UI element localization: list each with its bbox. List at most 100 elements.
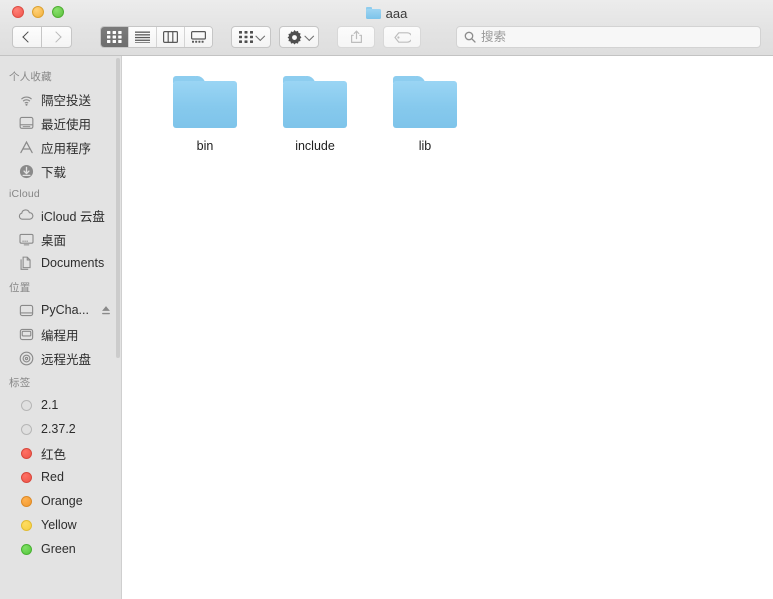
sidebar-item-label: Documents xyxy=(41,256,105,270)
file-label: bin xyxy=(196,139,214,153)
tag-button[interactable] xyxy=(383,26,421,48)
sidebar-item-airdrop[interactable]: 隔空投送 xyxy=(0,87,121,111)
sidebar-item-label: PyCha... xyxy=(41,303,89,317)
recents-icon xyxy=(18,115,34,131)
sidebar-tag-2-1[interactable]: 2.1 xyxy=(0,393,121,417)
sidebar-item-downloads[interactable]: 下载 xyxy=(0,159,121,183)
sidebar-tag-2-37-2[interactable]: 2.37.2 xyxy=(0,417,121,441)
file-item-include[interactable]: include xyxy=(260,74,370,154)
share-icon xyxy=(350,30,362,43)
sidebar-item-label: 远程光盘 xyxy=(41,352,92,367)
sidebar-section-favorites-header: 个人收藏 xyxy=(9,71,52,83)
arrange-icon xyxy=(239,31,253,43)
chevron-down-icon xyxy=(255,30,265,41)
sidebar-item-recents[interactable]: 最近使用 xyxy=(0,111,121,135)
desktop-icon xyxy=(18,231,34,247)
sidebar-item-applications[interactable]: 应用程序 xyxy=(0,135,121,159)
sidebar-item-label: Yellow xyxy=(41,518,77,532)
maximize-button[interactable] xyxy=(52,6,64,18)
toolbar: 搜索 xyxy=(0,22,773,52)
sidebar-item-label: 下载 xyxy=(41,165,67,180)
back-arrow-icon xyxy=(22,31,34,43)
folder-icon xyxy=(365,7,381,19)
sidebar-item-icloud-drive[interactable]: iCloud 云盘 xyxy=(0,203,121,227)
downloads-icon xyxy=(18,163,34,179)
tag-dot-icon xyxy=(18,421,34,437)
list-view-button[interactable] xyxy=(129,27,157,47)
forward-button[interactable] xyxy=(42,26,72,48)
file-item-lib[interactable]: lib xyxy=(370,74,480,154)
traffic-light-buttons xyxy=(12,6,64,18)
chevron-down-icon xyxy=(304,30,314,41)
title-bar: aaa 搜索 xyxy=(0,0,773,56)
arrange-button[interactable] xyxy=(231,26,271,48)
search-field[interactable]: 搜索 xyxy=(456,26,761,48)
sidebar-section-icloud-header: iCloud xyxy=(9,188,40,200)
tag-dot-icon xyxy=(18,397,34,413)
window-title-text: aaa xyxy=(385,5,408,21)
sidebar-tag-green[interactable]: Green xyxy=(0,537,121,561)
back-button[interactable] xyxy=(12,26,42,48)
action-button[interactable] xyxy=(278,26,319,48)
tag-dot-icon xyxy=(18,493,34,509)
harddisk-icon xyxy=(18,326,34,342)
sidebar-item-label: 编程用 xyxy=(41,328,79,343)
share-button[interactable] xyxy=(337,26,375,48)
drive-icon xyxy=(18,302,34,318)
sidebar-item-label: 桌面 xyxy=(41,233,67,248)
gallery-view-icon xyxy=(191,31,206,43)
sidebar-tag-yellow[interactable]: Yellow xyxy=(0,513,121,537)
sidebar-tag-orange[interactable]: Orange xyxy=(0,489,121,513)
sidebar: 个人收藏 隔空投送 最近使用 应用程序 下载 iCloud iCloud 云盘 … xyxy=(0,56,122,599)
tag-dot-icon xyxy=(18,469,34,485)
forward-arrow-icon xyxy=(49,31,62,43)
list-view-icon xyxy=(135,31,150,43)
file-browser-content[interactable]: bin include lib xyxy=(122,56,773,599)
eject-icon[interactable] xyxy=(101,305,111,316)
tag-dot-icon xyxy=(18,517,34,533)
disc-icon xyxy=(18,350,34,366)
sidebar-item-label: 2.1 xyxy=(41,398,59,412)
search-placeholder: 搜索 xyxy=(481,29,507,44)
sidebar-item-desktop[interactable]: 桌面 xyxy=(0,227,121,251)
finder-window: aaa 搜索 个人收藏 隔空投送 最近使用 应用程序 下载 iCloud iCl… xyxy=(0,0,773,599)
folder-icon xyxy=(283,76,347,128)
sidebar-tag-red[interactable]: Red xyxy=(0,465,121,489)
icon-grid: bin include lib xyxy=(150,74,773,154)
file-item-bin[interactable]: bin xyxy=(150,74,260,154)
sidebar-item-label: Orange xyxy=(41,494,83,508)
tag-dot-icon xyxy=(18,445,34,461)
applications-icon xyxy=(18,139,34,155)
sidebar-item-documents[interactable]: Documents xyxy=(0,251,121,275)
sidebar-item-label: iCloud 云盘 xyxy=(41,209,105,224)
cloud-icon xyxy=(18,207,34,223)
gear-icon xyxy=(287,29,301,44)
documents-icon xyxy=(18,255,34,271)
sidebar-item-label: Red xyxy=(41,470,64,484)
close-button[interactable] xyxy=(12,6,24,18)
file-label: include xyxy=(295,139,335,153)
sidebar-item-remote-disc[interactable]: 远程光盘 xyxy=(0,346,121,370)
tag-dot-icon xyxy=(18,541,34,557)
sidebar-item-pycharm-drive[interactable]: PyCha... xyxy=(0,298,121,322)
sidebar-item-label: 红色 xyxy=(41,447,67,462)
minimize-button[interactable] xyxy=(32,6,44,18)
sidebar-section-tags-header: 标签 xyxy=(9,377,31,389)
file-label: lib xyxy=(418,139,432,153)
icon-view-button[interactable] xyxy=(101,27,129,47)
sidebar-section-locations-header: 位置 xyxy=(9,282,31,294)
window-body: 个人收藏 隔空投送 最近使用 应用程序 下载 iCloud iCloud 云盘 … xyxy=(0,56,773,599)
window-title: aaa xyxy=(0,4,773,22)
sidebar-item-label: 隔空投送 xyxy=(41,93,92,108)
column-view-button[interactable] xyxy=(157,27,185,47)
gallery-view-button[interactable] xyxy=(185,27,212,47)
sidebar-item-label: 应用程序 xyxy=(41,141,92,156)
airdrop-icon xyxy=(18,91,34,107)
sidebar-item-label: 最近使用 xyxy=(41,117,92,132)
sidebar-tag-hongse[interactable]: 红色 xyxy=(0,441,121,465)
folder-icon xyxy=(393,76,457,128)
sidebar-item-programming-disk[interactable]: 编程用 xyxy=(0,322,121,346)
folder-icon xyxy=(173,76,237,128)
sidebar-item-label: 2.37.2 xyxy=(41,422,76,436)
sidebar-item-label: Green xyxy=(41,542,76,556)
